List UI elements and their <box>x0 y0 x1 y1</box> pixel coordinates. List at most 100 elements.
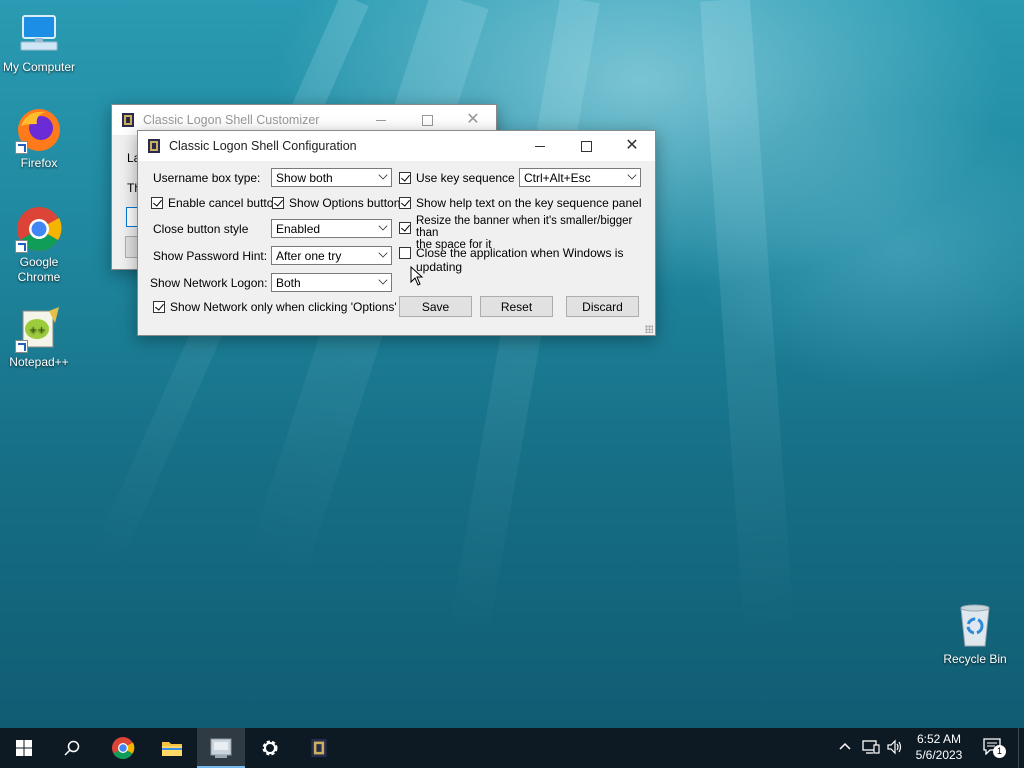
desktop-icon-chrome[interactable]: Google Chrome <box>1 205 77 285</box>
recycle-bin-icon <box>951 602 999 650</box>
folder-icon <box>162 742 182 756</box>
select-value: Both <box>276 276 301 290</box>
chevron-down-icon <box>378 170 388 180</box>
checkbox-label: Enable cancel button <box>168 196 281 210</box>
select-value: Show both <box>276 171 333 185</box>
configuration-window[interactable]: Classic Logon Shell Configuration ✕ User… <box>137 130 656 336</box>
maximize-icon <box>580 140 592 152</box>
notification-count-badge: 1 <box>993 745 1006 758</box>
resize-grip-icon[interactable] <box>645 325 653 333</box>
close-button-style-select[interactable]: Enabled <box>271 219 392 238</box>
taskbar: 6:52 AM 5/6/2023 1 <box>0 728 1024 768</box>
desktop-icon-label: Firefox <box>20 156 58 170</box>
taskbar-settings[interactable] <box>246 728 294 768</box>
window-title: Classic Logon Shell Configuration <box>169 139 357 153</box>
taskbar-chrome[interactable] <box>99 728 147 768</box>
clock-date: 5/6/2023 <box>915 748 963 762</box>
checkbox-label: Close the application when Windows is up… <box>416 246 624 274</box>
logon-shell-app-icon <box>121 112 135 128</box>
desktop-icon-label: My Computer <box>2 60 76 74</box>
close-when-updating-checkbox[interactable]: Close the application when Windows is up… <box>399 246 655 274</box>
svg-text:++: ++ <box>29 325 46 336</box>
volume-button[interactable] <box>886 739 904 758</box>
save-button[interactable]: Save <box>399 296 472 317</box>
checkbox-label: Use key sequence <box>416 171 515 185</box>
logon-shell-app-icon <box>311 739 327 757</box>
show-desktop-button[interactable] <box>1018 728 1024 768</box>
select-value: After one try <box>276 249 342 263</box>
maximize-button[interactable] <box>563 131 609 161</box>
minimize-icon <box>535 145 545 147</box>
desktop-icon-my-computer[interactable]: My Computer <box>1 10 77 74</box>
show-network-logon-label: Show Network Logon: <box>150 276 268 290</box>
action-center-button[interactable]: 1 <box>982 737 1006 759</box>
gear-icon <box>262 740 278 756</box>
chrome-icon <box>112 737 135 759</box>
chevron-down-icon <box>378 275 388 285</box>
chevron-down-icon <box>627 170 637 180</box>
firefox-icon <box>15 106 63 154</box>
desktop-icon-label: Google Chrome <box>17 255 61 284</box>
taskbar-file-explorer[interactable] <box>148 728 196 768</box>
checkbox-box <box>153 301 165 313</box>
network-button[interactable] <box>862 739 880 758</box>
clock[interactable]: 6:52 AM 5/6/2023 <box>908 731 970 763</box>
enable-cancel-button-checkbox[interactable]: Enable cancel button <box>151 196 280 210</box>
desktop-icon-notepadpp[interactable]: ++ Notepad++ <box>1 305 77 369</box>
minimize-icon <box>376 119 386 121</box>
checkbox-box <box>399 197 411 209</box>
close-icon: ✕ <box>466 111 480 128</box>
checkbox-box <box>399 222 411 234</box>
mouse-cursor-icon <box>410 265 424 289</box>
show-password-hint-select[interactable]: After one try <box>271 246 392 265</box>
select-value: Ctrl+Alt+Esc <box>524 171 591 185</box>
close-button[interactable]: ✕ <box>609 131 655 161</box>
use-key-sequence-checkbox[interactable]: Use key sequence <box>399 171 515 185</box>
chrome-icon <box>15 205 63 253</box>
taskbar-logon-customizer[interactable] <box>197 728 245 768</box>
show-network-logon-select[interactable]: Both <box>271 273 392 292</box>
checkbox-box <box>399 247 411 259</box>
username-box-type-label: Username box type: <box>153 171 261 185</box>
network-icon <box>862 740 880 754</box>
logon-customizer-icon <box>210 738 232 758</box>
checkbox-label-line: Resize the banner when it's smaller/bigg… <box>416 215 633 239</box>
chevron-up-icon <box>839 742 851 750</box>
search-button[interactable] <box>48 728 96 768</box>
checkbox-label: Show Options button <box>289 196 401 210</box>
checkbox-box <box>151 197 163 209</box>
show-help-text-checkbox[interactable]: Show help text on the key sequence panel <box>399 196 642 210</box>
speaker-icon <box>887 739 902 755</box>
username-box-type-select[interactable]: Show both <box>271 168 392 187</box>
reset-button[interactable]: Reset <box>480 296 553 317</box>
desktop-icon-label: Recycle Bin <box>943 652 1007 666</box>
windows-icon <box>16 740 32 756</box>
show-hidden-icons-button[interactable] <box>838 739 852 756</box>
show-password-hint-label: Show Password Hint: <box>153 249 268 263</box>
desktop-icon-firefox[interactable]: Firefox <box>1 106 77 170</box>
clock-time: 6:52 AM <box>916 732 962 746</box>
start-button[interactable] <box>0 728 48 768</box>
desktop-icon-label: Notepad++ <box>9 355 69 369</box>
close-button-style-label: Close button style <box>153 222 249 236</box>
configuration-titlebar[interactable]: Classic Logon Shell Configuration ✕ <box>138 131 655 161</box>
checkbox-box <box>272 197 284 209</box>
taskbar-logon-shell[interactable] <box>295 728 343 768</box>
minimize-button[interactable] <box>517 131 563 161</box>
logon-shell-app-icon <box>147 138 161 154</box>
window-title: Classic Logon Shell Customizer <box>143 113 320 127</box>
checkbox-box <box>399 172 411 184</box>
search-icon <box>64 740 80 756</box>
chevron-down-icon <box>378 221 388 231</box>
close-icon: ✕ <box>625 137 639 154</box>
show-network-only-checkbox[interactable]: Show Network only when clicking 'Options… <box>153 300 397 314</box>
chevron-down-icon <box>378 248 388 258</box>
computer-icon <box>15 10 63 58</box>
discard-button[interactable]: Discard <box>566 296 639 317</box>
checkbox-label: Show Network only when clicking 'Options… <box>170 300 397 314</box>
checkbox-label: Show help text on the key sequence panel <box>416 196 642 210</box>
show-options-button-checkbox[interactable]: Show Options button <box>272 196 400 210</box>
desktop-icon-recycle-bin[interactable]: Recycle Bin <box>937 602 1013 666</box>
key-sequence-select[interactable]: Ctrl+Alt+Esc <box>519 168 641 187</box>
notepadpp-icon: ++ <box>15 305 63 353</box>
